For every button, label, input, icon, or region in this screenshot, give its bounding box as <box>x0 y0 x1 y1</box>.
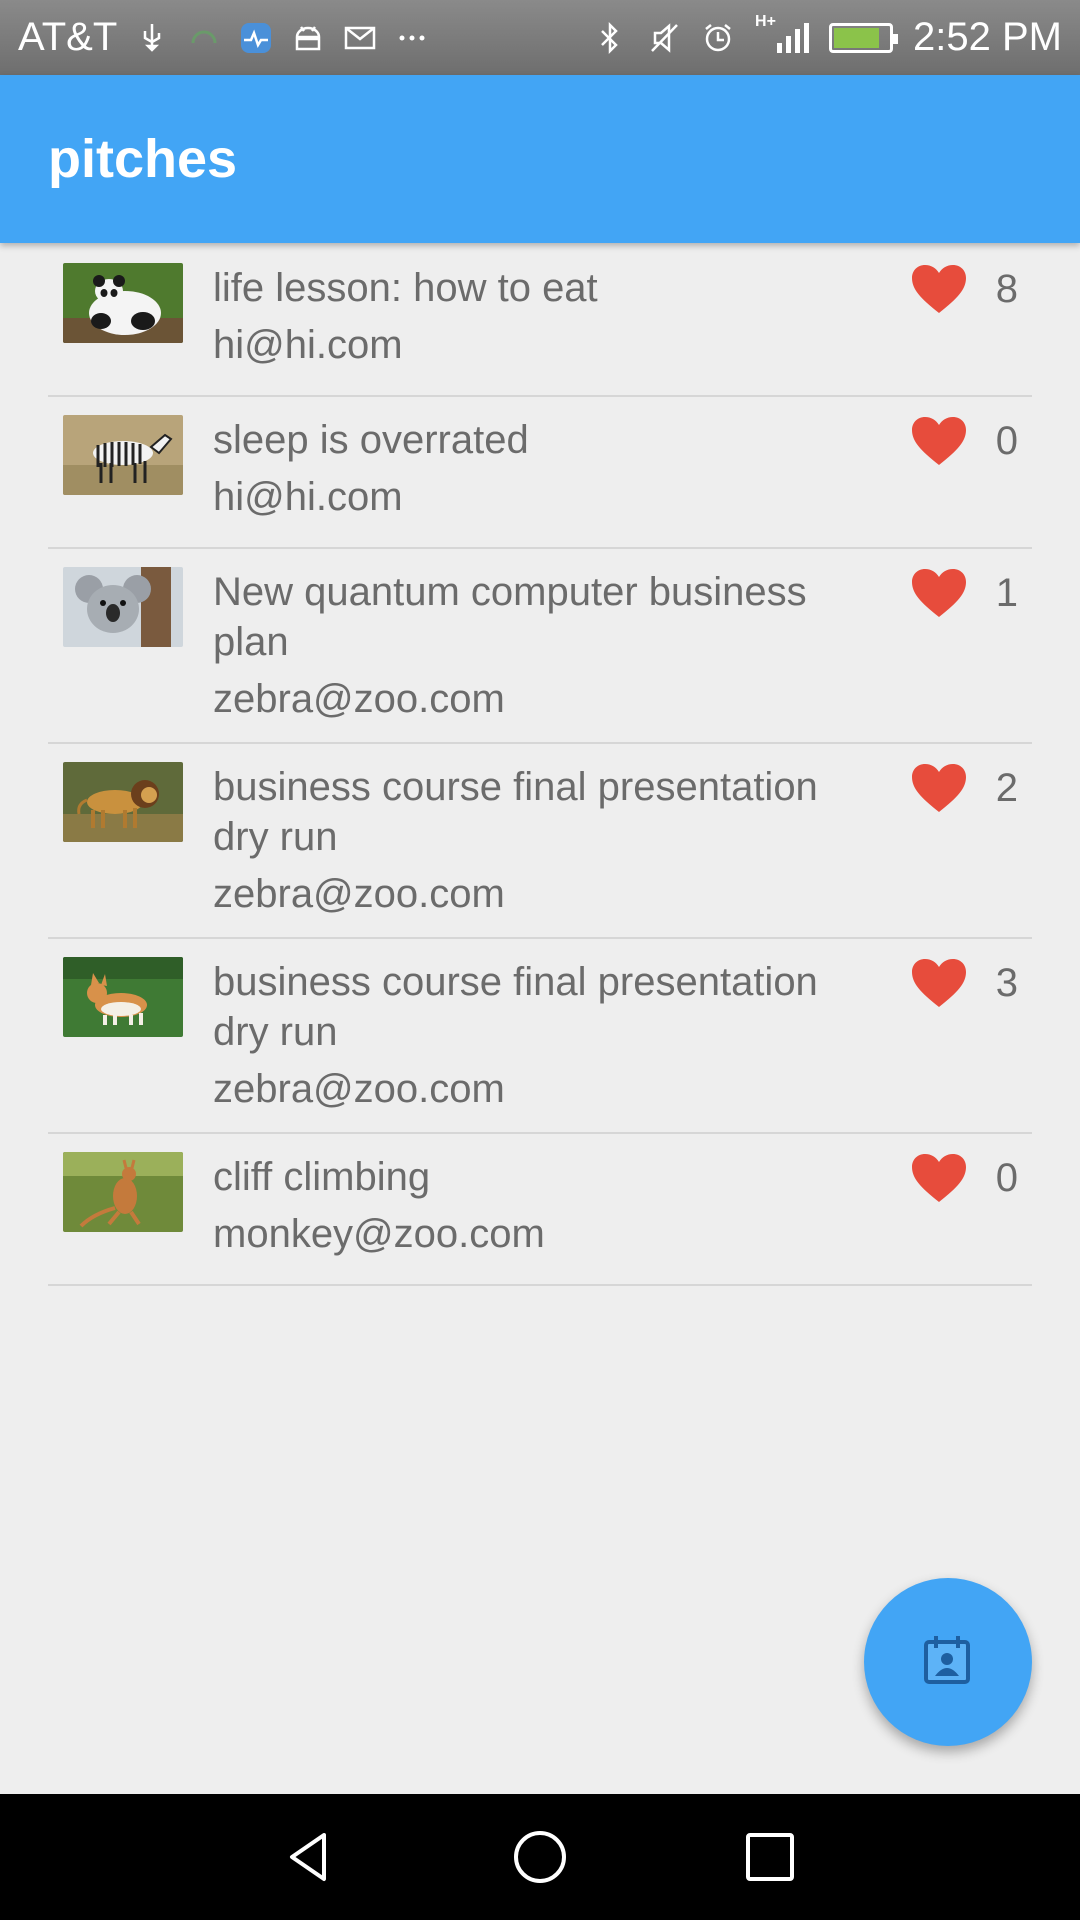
calendar-contact-icon <box>920 1632 976 1693</box>
pitch-thumbnail-kangaroo <box>63 1152 183 1232</box>
pitch-thumbnail-lion <box>63 762 183 842</box>
pitch-title: business course final presentation dry r… <box>213 960 818 1054</box>
status-right: H+ 2:52 PM <box>593 13 1062 60</box>
pitch-thumbnail-koala <box>63 567 183 647</box>
heart-icon[interactable] <box>910 415 968 467</box>
status-left: AT&T <box>18 15 429 60</box>
battery-charging-icon <box>829 22 899 53</box>
back-icon[interactable] <box>280 1827 340 1887</box>
app-bar: pitches <box>0 75 1080 243</box>
add-pitch-button[interactable] <box>864 1578 1032 1746</box>
bluetooth-icon <box>593 21 627 55</box>
pitch-title: life lesson: how to eat <box>213 266 598 310</box>
pitch-title: New quantum computer business plan <box>213 570 807 664</box>
like-control[interactable]: 2 <box>910 762 1018 814</box>
heart-icon[interactable] <box>910 957 968 1009</box>
pitch-email: hi@hi.com <box>213 323 403 367</box>
pitch-thumbnail-panda <box>63 263 183 343</box>
health-app-icon <box>239 21 273 55</box>
signal-icon: H+ <box>755 13 810 55</box>
page-title: pitches <box>48 129 238 189</box>
vibrate-off-icon <box>647 21 681 55</box>
usb-icon <box>135 21 169 55</box>
list-item[interactable]: business course final presentation dry r… <box>48 939 1032 1134</box>
list-item[interactable]: New quantum computer business plan zebra… <box>48 549 1032 744</box>
android-debug-icon <box>291 21 325 55</box>
recents-icon[interactable] <box>740 1827 800 1887</box>
like-control[interactable]: 0 <box>910 415 1018 467</box>
pitch-email: hi@hi.com <box>213 475 403 519</box>
list-item[interactable]: cliff climbing monkey@zoo.com 0 <box>48 1134 1032 1286</box>
navigation-bar <box>0 1794 1080 1920</box>
carrier-label: AT&T <box>18 15 118 59</box>
pitch-thumbnail-corgi <box>63 957 183 1037</box>
pitch-email: zebra@zoo.com <box>213 677 505 721</box>
heart-icon[interactable] <box>910 1152 968 1204</box>
pitch-thumbnail-zebra <box>63 415 183 495</box>
pitch-email: monkey@zoo.com <box>213 1212 545 1256</box>
heart-icon[interactable] <box>910 263 968 315</box>
mail-icon <box>343 21 377 55</box>
like-count: 3 <box>995 960 1018 1005</box>
list-item[interactable]: sleep is overrated hi@hi.com 0 <box>48 397 1032 549</box>
like-control[interactable]: 8 <box>910 263 1018 315</box>
clock: 2:52 PM <box>913 15 1062 59</box>
headset-icon <box>187 21 221 55</box>
like-control[interactable]: 1 <box>910 567 1018 619</box>
network-type-label: H+ <box>755 12 776 30</box>
status-bar: AT&T H+ 2:52 PM <box>0 0 1080 75</box>
alarm-icon <box>701 21 735 55</box>
like-control[interactable]: 3 <box>910 957 1018 1009</box>
pitch-email: zebra@zoo.com <box>213 872 505 916</box>
heart-icon[interactable] <box>910 762 968 814</box>
pitch-title: cliff climbing <box>213 1155 431 1199</box>
more-notifications-icon <box>395 21 429 55</box>
pitch-title: business course final presentation dry r… <box>213 765 818 859</box>
like-count: 1 <box>995 570 1018 615</box>
like-count: 0 <box>995 1155 1018 1200</box>
pitch-title: sleep is overrated <box>213 418 529 462</box>
heart-icon[interactable] <box>910 567 968 619</box>
list-item[interactable]: life lesson: how to eat hi@hi.com 8 <box>48 245 1032 397</box>
pitch-list: life lesson: how to eat hi@hi.com 8 slee… <box>48 245 1032 1286</box>
like-count: 0 <box>995 418 1018 463</box>
pitch-email: zebra@zoo.com <box>213 1067 505 1111</box>
list-item[interactable]: business course final presentation dry r… <box>48 744 1032 939</box>
home-icon[interactable] <box>510 1827 570 1887</box>
like-count: 8 <box>995 266 1018 311</box>
screen: AT&T H+ 2:52 PM pitches life lesson: how… <box>0 0 1080 1920</box>
like-count: 2 <box>995 765 1018 810</box>
like-control[interactable]: 0 <box>910 1152 1018 1204</box>
